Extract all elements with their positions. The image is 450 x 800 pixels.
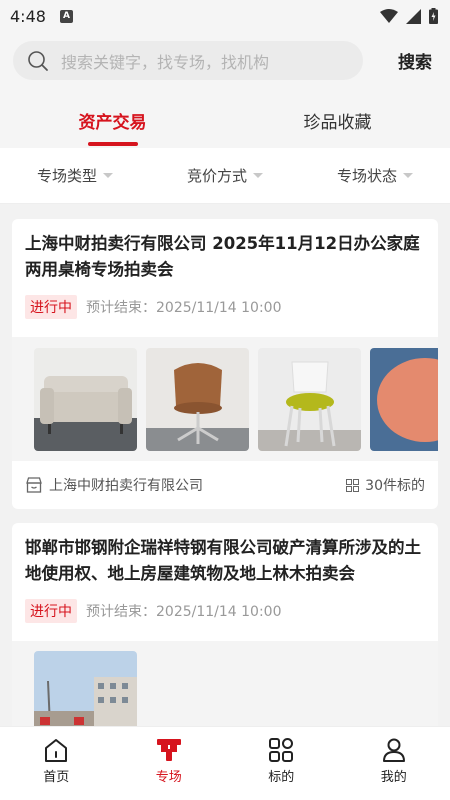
store-icon [26,477,42,493]
search-input[interactable]: 搜索关键字，找专场，找机构 [13,41,363,80]
nav-sessions[interactable]: 专场 [113,727,226,800]
status-badge: 进行中 [25,295,77,319]
nav-profile[interactable]: 我的 [338,727,450,800]
gavel-icon [156,739,181,761]
status-badge: 进行中 [25,599,77,623]
card-footer: 上海中财拍卖行有限公司 30件标的 [25,461,425,509]
tab-collectibles[interactable]: 珍品收藏 [225,96,450,148]
end-time: 预计结束：2025/11/14 10:00 [86,604,282,620]
lot-count: 30件标的 [346,475,425,495]
search-placeholder: 搜索关键字，找专场，找机构 [61,52,270,72]
filter-bidding-method[interactable]: 竞价方式 [150,148,300,203]
lot-image-sofa[interactable] [34,347,137,451]
filter-bar: 专场类型 竞价方式 专场状态 [0,148,450,204]
signal-icon [406,8,421,24]
status-bar: 4:48 A [0,0,450,32]
lot-gallery[interactable] [12,337,438,461]
nav-label: 我的 [380,770,407,785]
tab-bar: 资产交易 珍品收藏 [0,96,450,148]
filter-label: 竞价方式 [186,167,247,185]
status-icons [380,8,438,24]
lot-gallery[interactable] [12,641,438,726]
session-card[interactable]: 上海中财拍卖行有限公司 2025年11月12日办公家庭两用桌椅专场拍卖会 进行中… [12,219,438,509]
bottom-nav: 首页 专场 标的 我的 [0,726,450,800]
filter-session-status[interactable]: 专场状态 [300,148,450,203]
lot-image-building[interactable] [34,651,137,726]
session-list: 上海中财拍卖行有限公司 2025年11月12日办公家庭两用桌椅专场拍卖会 进行中… [0,206,450,726]
filter-label: 专场状态 [336,167,397,185]
session-meta: 进行中 预计结束：2025/11/14 10:00 [25,295,425,319]
notification-icon: A [59,9,73,23]
search-icon [28,50,48,71]
battery-icon [429,8,438,24]
nav-label: 专场 [155,770,182,785]
session-card[interactable]: 邯郸市邯钢附企瑞祥特钢有限公司破产清算所涉及的土地使用权、地上房屋建筑物及地上林… [12,523,438,726]
nav-home[interactable]: 首页 [0,727,113,800]
lot-image-green-chair[interactable] [258,347,361,451]
filter-label: 专场类型 [36,167,97,185]
session-meta: 进行中 预计结束：2025/11/14 10:00 [25,599,425,623]
lot-count-label: 30件标的 [365,478,425,494]
nav-label: 首页 [43,770,70,785]
caret-down-icon [103,173,113,178]
caret-down-icon [403,173,413,178]
lot-image-brown-chair[interactable] [146,347,249,451]
nav-lots[interactable]: 标的 [225,727,338,800]
grid-icon [346,478,360,492]
user-icon [382,738,405,762]
filter-session-type[interactable]: 专场类型 [0,148,150,203]
home-icon [45,739,68,762]
caret-down-icon [253,173,263,178]
session-title: 邯郸市邯钢附企瑞祥特钢有限公司破产清算所涉及的土地使用权、地上房屋建筑物及地上林… [25,538,421,583]
end-time: 预计结束：2025/11/14 10:00 [86,300,282,316]
tab-asset-trading[interactable]: 资产交易 [0,96,225,148]
grid-icon [269,738,294,762]
nav-label: 标的 [268,770,295,785]
lot-image-orange-chair[interactable] [370,347,438,451]
header: 搜索关键字，找专场，找机构 搜索 资产交易 珍品收藏 [0,32,450,148]
organization-name[interactable]: 上海中财拍卖行有限公司 [49,475,203,495]
wifi-icon [380,9,398,23]
session-title: 上海中财拍卖行有限公司 2025年11月12日办公家庭两用桌椅专场拍卖会 [25,234,420,279]
status-time: 4:48 [10,6,46,26]
search-button[interactable]: 搜索 [398,48,432,73]
